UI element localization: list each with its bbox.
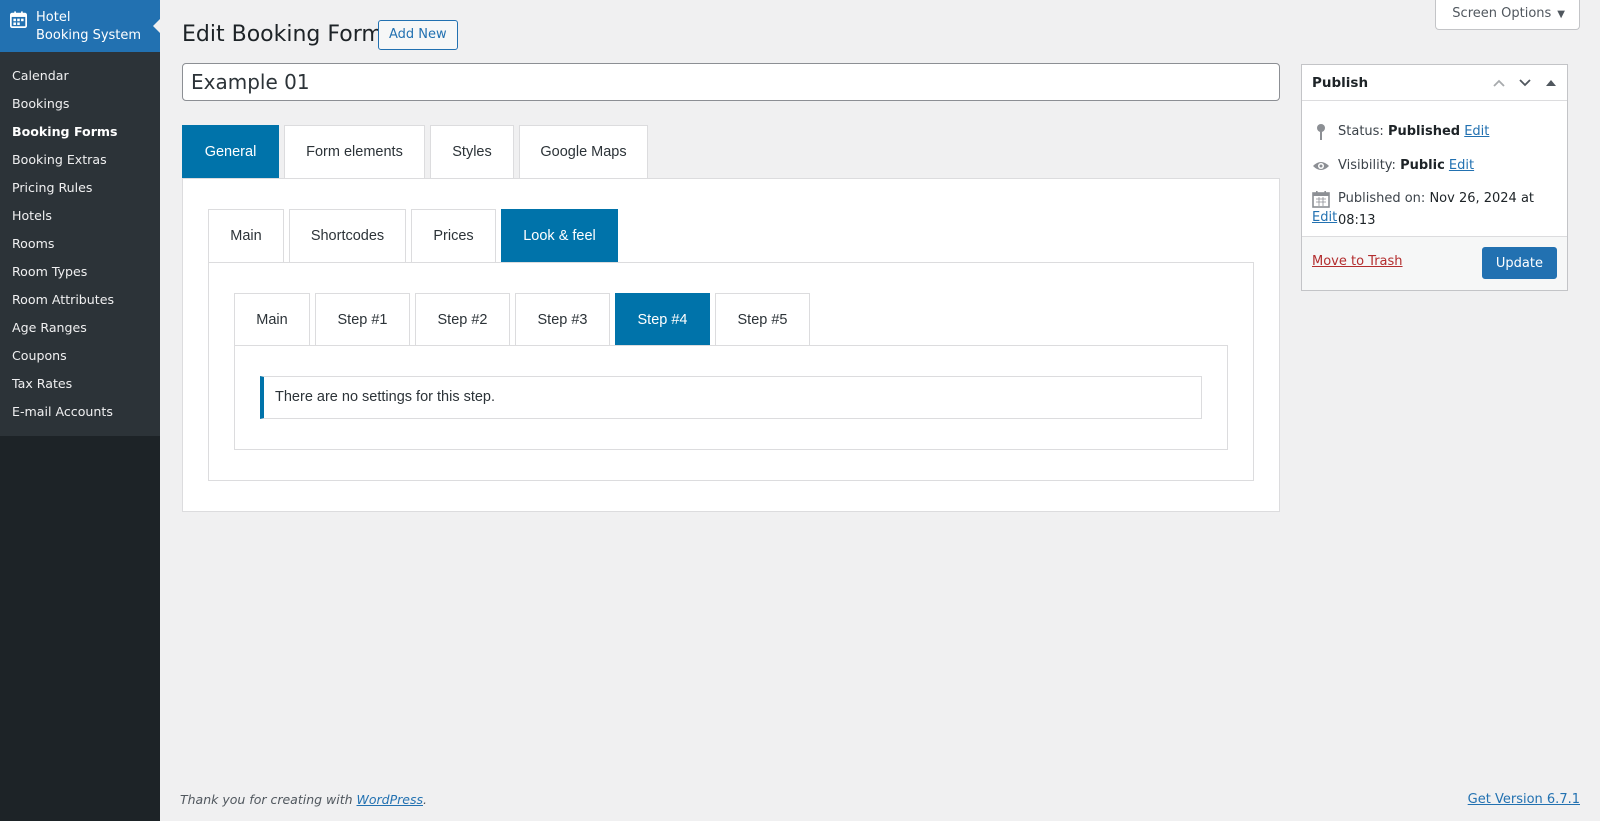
sidebar-item-pricing-rules[interactable]: Pricing Rules bbox=[0, 174, 160, 202]
subtab-prices[interactable]: Prices bbox=[411, 209, 496, 262]
chevron-up-icon[interactable] bbox=[1489, 73, 1509, 93]
brand-line-2: Booking System bbox=[36, 28, 142, 43]
current-menu-arrow bbox=[153, 18, 161, 34]
publish-box-title: Publish bbox=[1312, 74, 1369, 91]
subtab-shortcodes[interactable]: Shortcodes bbox=[289, 209, 406, 262]
update-button[interactable]: Update bbox=[1481, 247, 1557, 279]
visibility-label: Visibility: bbox=[1338, 158, 1396, 173]
published-on-label: Published on: bbox=[1338, 191, 1426, 206]
admin-sidebar: Hotel Booking System Calendar Bookings B… bbox=[0, 0, 161, 821]
tab-form-elements[interactable]: Form elements bbox=[284, 125, 425, 178]
edit-status-link[interactable]: Edit bbox=[1464, 124, 1489, 139]
publish-box-header: Publish bbox=[1302, 65, 1567, 101]
sidebar-item-tax-rates[interactable]: Tax Rates bbox=[0, 370, 160, 398]
publish-date-row: Published on: Nov 26, 2024 at 08:13 bbox=[1312, 188, 1562, 232]
sidebar-item-email-accounts[interactable]: E-mail Accounts bbox=[0, 398, 160, 426]
pin-icon bbox=[1317, 124, 1325, 140]
sidebar-item-booking-forms[interactable]: Booking Forms bbox=[0, 118, 160, 146]
step-tabs: Main Step #1 Step #2 Step #3 Step #4 Ste… bbox=[234, 293, 815, 346]
publish-box: Publish Status: Published Edit Visibilit… bbox=[1301, 64, 1568, 291]
main-tabs: General Form elements Styles Google Maps bbox=[182, 125, 653, 178]
status-label: Status: bbox=[1338, 124, 1384, 139]
sidebar-item-rooms[interactable]: Rooms bbox=[0, 230, 160, 258]
eye-icon bbox=[1313, 162, 1329, 170]
sidebar-menu: Hotel Booking System Calendar Bookings B… bbox=[0, 0, 161, 436]
sidebar-item-age-ranges[interactable]: Age Ranges bbox=[0, 314, 160, 342]
footer-thanks-prefix: Thank you for creating with bbox=[180, 792, 357, 807]
post-title-input[interactable] bbox=[182, 63, 1280, 101]
publish-box-controls bbox=[1489, 73, 1561, 93]
get-version-link[interactable]: Get Version 6.7.1 bbox=[1468, 792, 1580, 807]
steptab-step-1[interactable]: Step #1 bbox=[315, 293, 410, 346]
publish-status-row: Status: Published Edit bbox=[1312, 121, 1489, 143]
visibility-value: Public bbox=[1400, 158, 1445, 173]
publish-actions: Move to Trash Update bbox=[1302, 236, 1567, 290]
no-settings-notice: There are no settings for this step. bbox=[260, 376, 1202, 419]
sidebar-item-bookings[interactable]: Bookings bbox=[0, 90, 160, 118]
sidebar-item-room-types[interactable]: Room Types bbox=[0, 258, 160, 286]
caret-down-icon: ▼ bbox=[1557, 9, 1565, 20]
calendar-icon bbox=[10, 11, 27, 28]
sidebar-plugin-header[interactable]: Hotel Booking System bbox=[0, 0, 161, 52]
wordpress-link[interactable]: WordPress bbox=[357, 792, 423, 807]
sidebar-item-booking-extras[interactable]: Booking Extras bbox=[0, 146, 160, 174]
steptab-step-3[interactable]: Step #3 bbox=[515, 293, 610, 346]
edit-date-link[interactable]: Edit bbox=[1312, 207, 1337, 229]
sidebar-item-hotels[interactable]: Hotels bbox=[0, 202, 160, 230]
sidebar-brand: Hotel Booking System bbox=[36, 9, 141, 45]
subtab-look-and-feel[interactable]: Look & feel bbox=[501, 209, 618, 262]
sidebar-submenu: Calendar Bookings Booking Forms Booking … bbox=[0, 52, 160, 426]
page-title: Edit Booking Form bbox=[182, 22, 383, 47]
steptab-step-4[interactable]: Step #4 bbox=[615, 293, 710, 346]
edit-visibility-link[interactable]: Edit bbox=[1449, 158, 1474, 173]
steptab-step-2[interactable]: Step #2 bbox=[415, 293, 510, 346]
add-new-button[interactable]: Add New bbox=[378, 20, 458, 50]
move-to-trash-link[interactable]: Move to Trash bbox=[1312, 254, 1403, 269]
calendar-icon bbox=[1312, 191, 1330, 208]
tab-styles[interactable]: Styles bbox=[430, 125, 514, 178]
steptab-step-5[interactable]: Step #5 bbox=[715, 293, 810, 346]
footer-thanks: Thank you for creating with WordPress. bbox=[180, 792, 427, 807]
sidebar-item-calendar[interactable]: Calendar bbox=[0, 62, 160, 90]
sidebar-item-coupons[interactable]: Coupons bbox=[0, 342, 160, 370]
brand-line-1: Hotel bbox=[36, 10, 71, 25]
steptab-main[interactable]: Main bbox=[234, 293, 310, 346]
tab-google-maps[interactable]: Google Maps bbox=[519, 125, 648, 178]
footer-thanks-suffix: . bbox=[423, 792, 427, 807]
sidebar-item-room-attributes[interactable]: Room Attributes bbox=[0, 286, 160, 314]
subtab-main[interactable]: Main bbox=[208, 209, 284, 262]
status-value: Published bbox=[1387, 124, 1461, 139]
collapse-toggle-icon[interactable] bbox=[1541, 73, 1561, 93]
screen-options-button[interactable]: Screen Options ▼ bbox=[1435, 0, 1580, 30]
screen-options-label: Screen Options bbox=[1452, 6, 1552, 21]
publish-visibility-row: Visibility: Public Edit bbox=[1312, 155, 1474, 177]
tab-general[interactable]: General bbox=[182, 125, 279, 178]
general-sub-tabs: Main Shortcodes Prices Look & feel bbox=[208, 209, 623, 262]
chevron-down-icon[interactable] bbox=[1515, 73, 1535, 93]
